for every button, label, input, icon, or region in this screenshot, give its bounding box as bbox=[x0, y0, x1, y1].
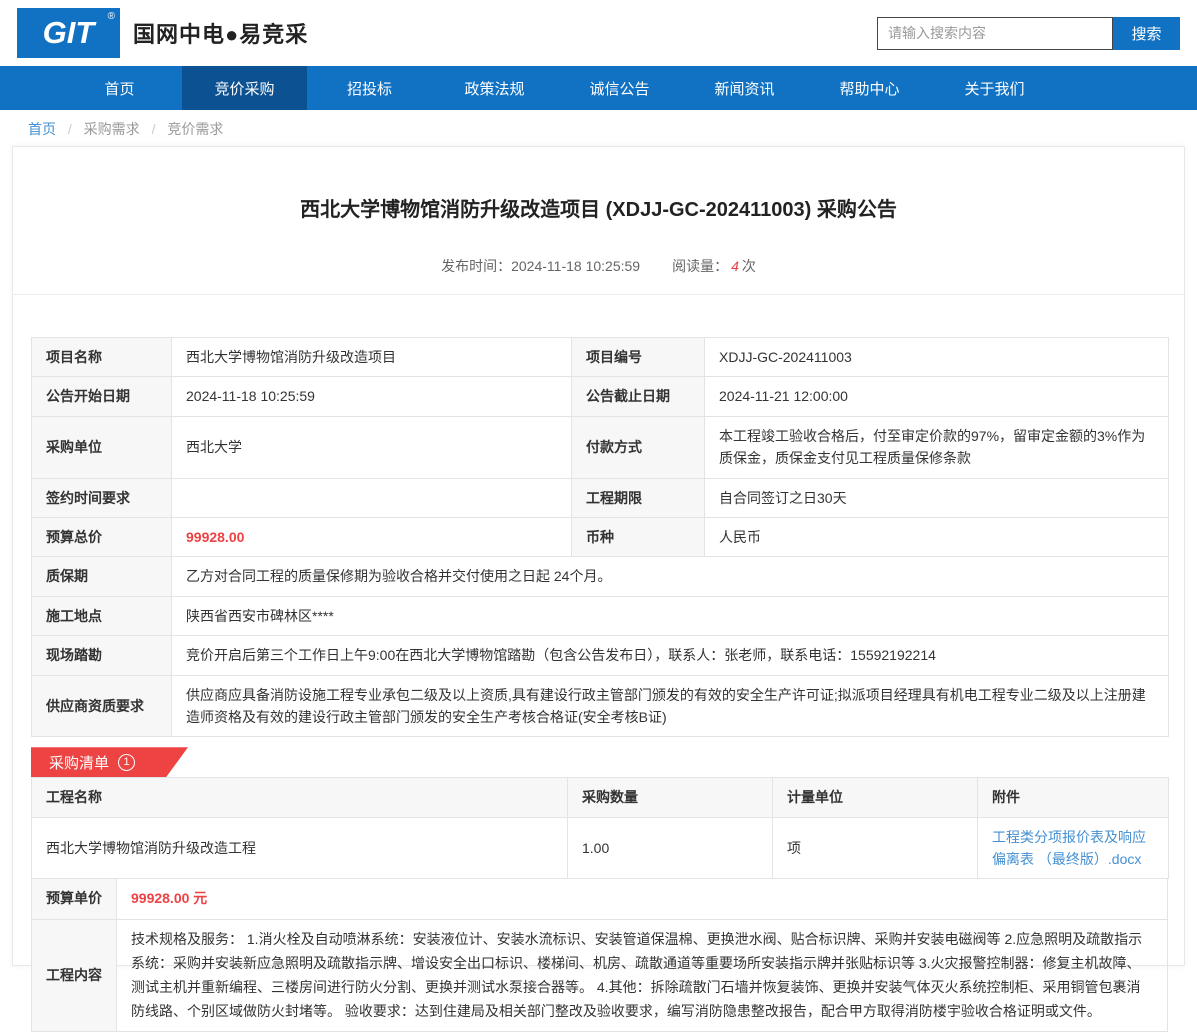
nav-item-about-us[interactable]: 关于我们 bbox=[932, 66, 1057, 110]
unit-price-label: 预算单价 bbox=[32, 879, 117, 920]
publish-time-value: 2024-11-18 10:25:59 bbox=[511, 258, 640, 274]
top-header: GIT ® 国网中电●易竞采 搜索 bbox=[0, 0, 1197, 66]
table-row: 项目名称 西北大学博物馆消防升级改造项目 项目编号 XDJJ-GC-202411… bbox=[32, 338, 1169, 377]
col-header-attachment: 附件 bbox=[978, 778, 1169, 817]
budget-total-value: 99928.00 bbox=[172, 517, 572, 556]
project-code-value: XDJJ-GC-202411003 bbox=[705, 338, 1169, 377]
purchase-extra-table: 预算单价 99928.00 元 工程内容 技术规格及服务： 1.消火栓及自动喷淋… bbox=[31, 878, 1168, 1032]
table-row: 预算总价 99928.00 币种 人民币 bbox=[32, 517, 1169, 556]
col-header-project-name: 工程名称 bbox=[32, 778, 568, 817]
project-details-table: 项目名称 西北大学博物馆消防升级改造项目 项目编号 XDJJ-GC-202411… bbox=[31, 337, 1169, 737]
payment-label: 付款方式 bbox=[572, 416, 705, 478]
search-button[interactable]: 搜索 bbox=[1113, 17, 1180, 50]
nav-item-home[interactable]: 首页 bbox=[57, 66, 182, 110]
construction-site-value: 陕西省西安市碑林区**** bbox=[172, 596, 1169, 635]
nav-item-bidding-purchase[interactable]: 竞价采购 bbox=[182, 66, 307, 110]
project-name-label: 项目名称 bbox=[32, 338, 172, 377]
table-row: 施工地点 陕西省西安市碑林区**** bbox=[32, 596, 1169, 635]
table-row: 现场踏勘 竞价开启后第三个工作日上午9:00在西北大学博物馆踏勘（包含公告发布日… bbox=[32, 636, 1169, 675]
table-header-row: 工程名称 采购数量 计量单位 附件 bbox=[32, 778, 1169, 817]
budget-total-label: 预算总价 bbox=[32, 517, 172, 556]
item-name: 西北大学博物馆消防升级改造工程 bbox=[32, 817, 568, 879]
work-content-value: 技术规格及服务： 1.消火栓及自动喷淋系统：安装液位计、安装水流标识、安装管道保… bbox=[117, 920, 1168, 1032]
breadcrumb-separator: / bbox=[152, 121, 156, 137]
main-nav: 首页 竞价采购 招投标 政策法规 诚信公告 新闻资讯 帮助中心 关于我们 bbox=[0, 66, 1197, 110]
end-date-value: 2024-11-21 12:00:00 bbox=[705, 377, 1169, 416]
breadcrumb-purchase-demand-link[interactable]: 采购需求 bbox=[84, 121, 140, 137]
duration-value: 自合同签订之日30天 bbox=[705, 478, 1169, 517]
qualification-label: 供应商资质要求 bbox=[32, 675, 172, 737]
start-date-value: 2024-11-18 10:25:59 bbox=[172, 377, 572, 416]
site-survey-label: 现场踏勘 bbox=[32, 636, 172, 675]
views-label: 阅读量： bbox=[672, 258, 728, 274]
table-row: 西北大学博物馆消防升级改造工程 1.00 项 工程类分项报价表及响应偏离表 （最… bbox=[32, 817, 1169, 879]
sign-time-label: 签约时间要求 bbox=[32, 478, 172, 517]
table-row: 公告开始日期 2024-11-18 10:25:59 公告截止日期 2024-1… bbox=[32, 377, 1169, 416]
purchaser-value: 西北大学 bbox=[172, 416, 572, 478]
warranty-value: 乙方对合同工程的质量保修期为验收合格并交付使用之日起 24个月。 bbox=[172, 557, 1169, 596]
unit-price-value: 99928.00 元 bbox=[117, 879, 1168, 920]
table-row: 工程内容 技术规格及服务： 1.消火栓及自动喷淋系统：安装液位计、安装水流标识、… bbox=[32, 920, 1168, 1032]
qualification-value: 供应商应具备消防设施工程专业承包二级及以上资质,具有建设行政主管部门颁发的有效的… bbox=[172, 675, 1169, 737]
breadcrumb-current: 竞价需求 bbox=[167, 121, 223, 137]
project-code-label: 项目编号 bbox=[572, 338, 705, 377]
announcement-meta: 发布时间：2024-11-18 10:25:59 阅读量：4次 bbox=[13, 256, 1184, 295]
views-count: 4 bbox=[731, 258, 739, 274]
nav-item-credit-notices[interactable]: 诚信公告 bbox=[557, 66, 682, 110]
currency-value: 人民币 bbox=[705, 517, 1169, 556]
breadcrumb-home-link[interactable]: 首页 bbox=[28, 121, 56, 137]
table-row: 采购单位 西北大学 付款方式 本工程竣工验收合格后，付至审定价款的97%，留审定… bbox=[32, 416, 1169, 478]
item-unit: 项 bbox=[773, 817, 978, 879]
logo-text: GIT bbox=[43, 15, 95, 51]
col-header-quantity: 采购数量 bbox=[568, 778, 773, 817]
payment-value: 本工程竣工验收合格后，付至审定价款的97%，留审定金额的3%作为质保金，质保金支… bbox=[705, 416, 1169, 478]
purchaser-label: 采购单位 bbox=[32, 416, 172, 478]
purchase-items-table: 工程名称 采购数量 计量单位 附件 西北大学博物馆消防升级改造工程 1.00 项… bbox=[31, 777, 1169, 879]
site-logo[interactable]: GIT ® bbox=[17, 8, 120, 58]
views-unit: 次 bbox=[742, 258, 756, 274]
search-input[interactable] bbox=[877, 17, 1113, 50]
item-quantity: 1.00 bbox=[568, 817, 773, 879]
table-row: 签约时间要求 工程期限 自合同签订之日30天 bbox=[32, 478, 1169, 517]
site-survey-value: 竞价开启后第三个工作日上午9:00在西北大学博物馆踏勘（包含公告发布日），联系人… bbox=[172, 636, 1169, 675]
duration-label: 工程期限 bbox=[572, 478, 705, 517]
announcement-card: 西北大学博物馆消防升级改造项目 (XDJJ-GC-202411003) 采购公告… bbox=[12, 146, 1185, 966]
purchase-list-badge: 采购清单 1 bbox=[31, 747, 188, 777]
table-row: 预算单价 99928.00 元 bbox=[32, 879, 1168, 920]
attachment-link[interactable]: 工程类分项报价表及响应偏离表 （最终版）.docx bbox=[992, 829, 1146, 867]
end-date-label: 公告截止日期 bbox=[572, 377, 705, 416]
table-row: 供应商资质要求 供应商应具备消防设施工程专业承包二级及以上资质,具有建设行政主管… bbox=[32, 675, 1169, 737]
purchase-list-badge-label: 采购清单 bbox=[49, 752, 109, 773]
col-header-unit: 计量单位 bbox=[773, 778, 978, 817]
nav-item-policies[interactable]: 政策法规 bbox=[432, 66, 557, 110]
sign-time-value bbox=[172, 478, 572, 517]
currency-label: 币种 bbox=[572, 517, 705, 556]
breadcrumb: 首页 / 采购需求 / 竞价需求 bbox=[0, 110, 1197, 146]
nav-item-help-center[interactable]: 帮助中心 bbox=[807, 66, 932, 110]
work-content-label: 工程内容 bbox=[32, 920, 117, 1032]
registered-mark-icon: ® bbox=[108, 11, 115, 22]
page-title: 西北大学博物馆消防升级改造项目 (XDJJ-GC-202411003) 采购公告 bbox=[43, 193, 1154, 222]
table-row: 质保期 乙方对合同工程的质量保修期为验收合格并交付使用之日起 24个月。 bbox=[32, 557, 1169, 596]
publish-time-label: 发布时间： bbox=[441, 258, 511, 274]
search-bar: 搜索 bbox=[877, 17, 1180, 50]
site-title: 国网中电●易竞采 bbox=[133, 17, 308, 49]
breadcrumb-separator: / bbox=[68, 121, 72, 137]
nav-item-tenders[interactable]: 招投标 bbox=[307, 66, 432, 110]
construction-site-label: 施工地点 bbox=[32, 596, 172, 635]
warranty-label: 质保期 bbox=[32, 557, 172, 596]
start-date-label: 公告开始日期 bbox=[32, 377, 172, 416]
project-name-value: 西北大学博物馆消防升级改造项目 bbox=[172, 338, 572, 377]
nav-item-news[interactable]: 新闻资讯 bbox=[682, 66, 807, 110]
purchase-list-count-badge: 1 bbox=[118, 754, 135, 771]
